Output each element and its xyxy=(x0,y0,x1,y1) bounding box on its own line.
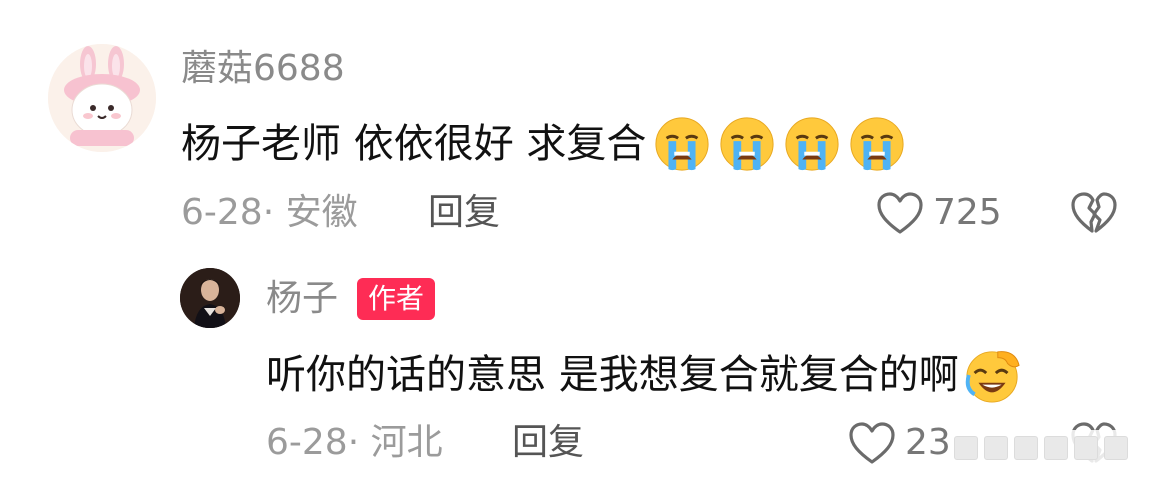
crying-face-icon xyxy=(718,115,776,173)
laughing-face-icon xyxy=(963,346,1021,404)
watermark-block xyxy=(1074,436,1098,460)
heart-icon[interactable] xyxy=(876,190,924,236)
like-count: 725 xyxy=(933,192,1002,233)
reply-button[interactable]: 回复 xyxy=(512,420,584,466)
watermark-block xyxy=(1044,436,1068,460)
reply-username[interactable]: 杨子 xyxy=(266,276,338,322)
heart-icon[interactable] xyxy=(848,420,896,466)
watermark-block xyxy=(954,436,978,460)
comment-text-content: 杨子老师 依依很好 求复合 xyxy=(181,121,647,167)
watermark-overlay xyxy=(950,430,1144,466)
author-avatar[interactable] xyxy=(180,268,240,328)
bunny-avatar-icon xyxy=(48,44,156,152)
reply-button[interactable]: 回复 xyxy=(428,190,500,236)
reply-date: 6-28 xyxy=(266,422,348,463)
comment-username[interactable]: 蘑菇6688 xyxy=(181,46,345,92)
like-count: 23 xyxy=(905,422,951,463)
avatar[interactable] xyxy=(48,44,156,152)
author-badge: 作者 xyxy=(357,278,436,320)
crying-face-icon xyxy=(783,115,841,173)
watermark-block xyxy=(1014,436,1038,460)
watermark-block xyxy=(984,436,1008,460)
meta-separator: · xyxy=(347,422,360,463)
comment-location: 安徽 xyxy=(285,192,358,233)
reply-meta: 6-28· 河北 xyxy=(266,420,443,466)
meta-separator: · xyxy=(262,192,275,233)
reply-text: 听你的话的意思 是我想复合就复合的啊 xyxy=(266,346,1021,404)
person-photo-avatar xyxy=(180,268,240,328)
comment-meta: 6-28· 安徽 xyxy=(181,190,358,236)
watermark-block xyxy=(1104,436,1128,460)
reply-text-content: 听你的话的意思 是我想复合就复合的啊 xyxy=(266,352,959,398)
crying-face-icon xyxy=(848,115,906,173)
comment-text: 杨子老师 依依很好 求复合 xyxy=(181,115,906,173)
broken-heart-icon[interactable] xyxy=(1070,190,1118,236)
reply-location: 河北 xyxy=(370,422,443,463)
comment-date: 6-28 xyxy=(181,192,263,233)
crying-face-icon xyxy=(653,115,711,173)
